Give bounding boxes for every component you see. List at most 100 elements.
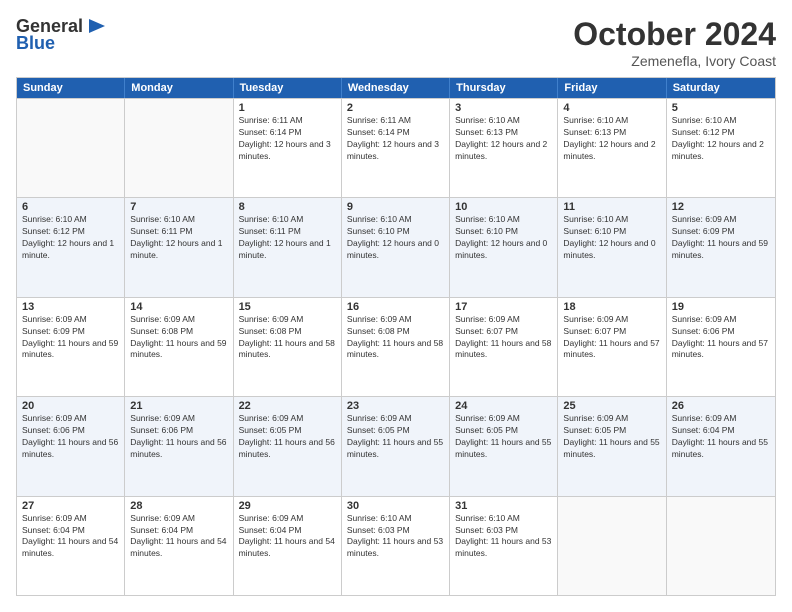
calendar-cell: 16Sunrise: 6:09 AMSunset: 6:08 PMDayligh… [342,298,450,396]
calendar-cell: 31Sunrise: 6:10 AMSunset: 6:03 PMDayligh… [450,497,558,595]
day-info: Sunrise: 6:09 AMSunset: 6:06 PMDaylight:… [22,413,119,461]
calendar-cell [667,497,775,595]
title-area: October 2024 Zemenefla, Ivory Coast [573,16,776,69]
day-info: Sunrise: 6:10 AMSunset: 6:11 PMDaylight:… [130,214,227,262]
page: General Blue October 2024 Zemenefla, Ivo… [0,0,792,612]
calendar-cell: 6Sunrise: 6:10 AMSunset: 6:12 PMDaylight… [17,198,125,296]
calendar-cell: 5Sunrise: 6:10 AMSunset: 6:12 PMDaylight… [667,99,775,197]
day-number: 29 [239,500,336,512]
logo-blue: Blue [16,33,55,54]
day-info: Sunrise: 6:09 AMSunset: 6:07 PMDaylight:… [563,314,660,362]
day-number: 20 [22,400,119,412]
weekday-header: Saturday [667,78,775,98]
calendar-cell: 10Sunrise: 6:10 AMSunset: 6:10 PMDayligh… [450,198,558,296]
day-info: Sunrise: 6:09 AMSunset: 6:05 PMDaylight:… [347,413,444,461]
day-info: Sunrise: 6:09 AMSunset: 6:05 PMDaylight:… [563,413,660,461]
day-number: 3 [455,102,552,114]
day-info: Sunrise: 6:10 AMSunset: 6:10 PMDaylight:… [563,214,660,262]
day-number: 31 [455,500,552,512]
day-number: 14 [130,301,227,313]
day-info: Sunrise: 6:09 AMSunset: 6:07 PMDaylight:… [455,314,552,362]
day-info: Sunrise: 6:09 AMSunset: 6:08 PMDaylight:… [347,314,444,362]
day-number: 30 [347,500,444,512]
calendar-cell: 9Sunrise: 6:10 AMSunset: 6:10 PMDaylight… [342,198,450,296]
day-info: Sunrise: 6:09 AMSunset: 6:09 PMDaylight:… [672,214,770,262]
day-info: Sunrise: 6:10 AMSunset: 6:12 PMDaylight:… [672,115,770,163]
day-number: 18 [563,301,660,313]
calendar-cell: 28Sunrise: 6:09 AMSunset: 6:04 PMDayligh… [125,497,233,595]
calendar-header: SundayMondayTuesdayWednesdayThursdayFrid… [17,78,775,98]
calendar-cell: 3Sunrise: 6:10 AMSunset: 6:13 PMDaylight… [450,99,558,197]
calendar-row: 6Sunrise: 6:10 AMSunset: 6:12 PMDaylight… [17,197,775,296]
calendar-body: 1Sunrise: 6:11 AMSunset: 6:14 PMDaylight… [17,98,775,595]
day-number: 15 [239,301,336,313]
calendar-cell: 22Sunrise: 6:09 AMSunset: 6:05 PMDayligh… [234,397,342,495]
calendar-cell: 7Sunrise: 6:10 AMSunset: 6:11 PMDaylight… [125,198,233,296]
day-number: 24 [455,400,552,412]
weekday-header: Wednesday [342,78,450,98]
day-number: 17 [455,301,552,313]
day-number: 23 [347,400,444,412]
calendar-cell: 24Sunrise: 6:09 AMSunset: 6:05 PMDayligh… [450,397,558,495]
day-info: Sunrise: 6:09 AMSunset: 6:04 PMDaylight:… [239,513,336,561]
calendar-cell: 30Sunrise: 6:10 AMSunset: 6:03 PMDayligh… [342,497,450,595]
calendar-cell: 12Sunrise: 6:09 AMSunset: 6:09 PMDayligh… [667,198,775,296]
weekday-header: Thursday [450,78,558,98]
day-number: 10 [455,201,552,213]
calendar-row: 20Sunrise: 6:09 AMSunset: 6:06 PMDayligh… [17,396,775,495]
month-title: October 2024 [573,16,776,53]
day-info: Sunrise: 6:09 AMSunset: 6:05 PMDaylight:… [455,413,552,461]
day-number: 13 [22,301,119,313]
calendar-cell [558,497,666,595]
calendar-cell: 21Sunrise: 6:09 AMSunset: 6:06 PMDayligh… [125,397,233,495]
day-info: Sunrise: 6:09 AMSunset: 6:08 PMDaylight:… [239,314,336,362]
day-number: 25 [563,400,660,412]
day-info: Sunrise: 6:10 AMSunset: 6:03 PMDaylight:… [347,513,444,561]
day-number: 9 [347,201,444,213]
day-number: 19 [672,301,770,313]
day-info: Sunrise: 6:10 AMSunset: 6:13 PMDaylight:… [455,115,552,163]
calendar-cell [125,99,233,197]
calendar-cell [17,99,125,197]
day-info: Sunrise: 6:09 AMSunset: 6:04 PMDaylight:… [672,413,770,461]
day-number: 27 [22,500,119,512]
calendar-cell: 14Sunrise: 6:09 AMSunset: 6:08 PMDayligh… [125,298,233,396]
day-number: 5 [672,102,770,114]
calendar-row: 13Sunrise: 6:09 AMSunset: 6:09 PMDayligh… [17,297,775,396]
day-number: 22 [239,400,336,412]
calendar: SundayMondayTuesdayWednesdayThursdayFrid… [16,77,776,596]
calendar-cell: 23Sunrise: 6:09 AMSunset: 6:05 PMDayligh… [342,397,450,495]
day-info: Sunrise: 6:10 AMSunset: 6:13 PMDaylight:… [563,115,660,163]
logo: General Blue [16,16,107,54]
day-number: 16 [347,301,444,313]
calendar-cell: 19Sunrise: 6:09 AMSunset: 6:06 PMDayligh… [667,298,775,396]
calendar-cell: 8Sunrise: 6:10 AMSunset: 6:11 PMDaylight… [234,198,342,296]
day-number: 8 [239,201,336,213]
day-info: Sunrise: 6:10 AMSunset: 6:03 PMDaylight:… [455,513,552,561]
calendar-cell: 11Sunrise: 6:10 AMSunset: 6:10 PMDayligh… [558,198,666,296]
weekday-header: Sunday [17,78,125,98]
calendar-row: 27Sunrise: 6:09 AMSunset: 6:04 PMDayligh… [17,496,775,595]
weekday-header: Monday [125,78,233,98]
day-info: Sunrise: 6:10 AMSunset: 6:11 PMDaylight:… [239,214,336,262]
day-number: 26 [672,400,770,412]
day-info: Sunrise: 6:09 AMSunset: 6:06 PMDaylight:… [130,413,227,461]
logo-icon [85,17,107,35]
weekday-header: Friday [558,78,666,98]
day-info: Sunrise: 6:09 AMSunset: 6:05 PMDaylight:… [239,413,336,461]
day-number: 6 [22,201,119,213]
day-number: 11 [563,201,660,213]
day-info: Sunrise: 6:11 AMSunset: 6:14 PMDaylight:… [239,115,336,163]
day-info: Sunrise: 6:09 AMSunset: 6:06 PMDaylight:… [672,314,770,362]
calendar-cell: 18Sunrise: 6:09 AMSunset: 6:07 PMDayligh… [558,298,666,396]
calendar-cell: 2Sunrise: 6:11 AMSunset: 6:14 PMDaylight… [342,99,450,197]
calendar-cell: 4Sunrise: 6:10 AMSunset: 6:13 PMDaylight… [558,99,666,197]
day-info: Sunrise: 6:11 AMSunset: 6:14 PMDaylight:… [347,115,444,163]
day-info: Sunrise: 6:09 AMSunset: 6:04 PMDaylight:… [22,513,119,561]
day-number: 12 [672,201,770,213]
calendar-cell: 15Sunrise: 6:09 AMSunset: 6:08 PMDayligh… [234,298,342,396]
day-info: Sunrise: 6:10 AMSunset: 6:12 PMDaylight:… [22,214,119,262]
calendar-cell: 29Sunrise: 6:09 AMSunset: 6:04 PMDayligh… [234,497,342,595]
day-number: 2 [347,102,444,114]
calendar-cell: 1Sunrise: 6:11 AMSunset: 6:14 PMDaylight… [234,99,342,197]
